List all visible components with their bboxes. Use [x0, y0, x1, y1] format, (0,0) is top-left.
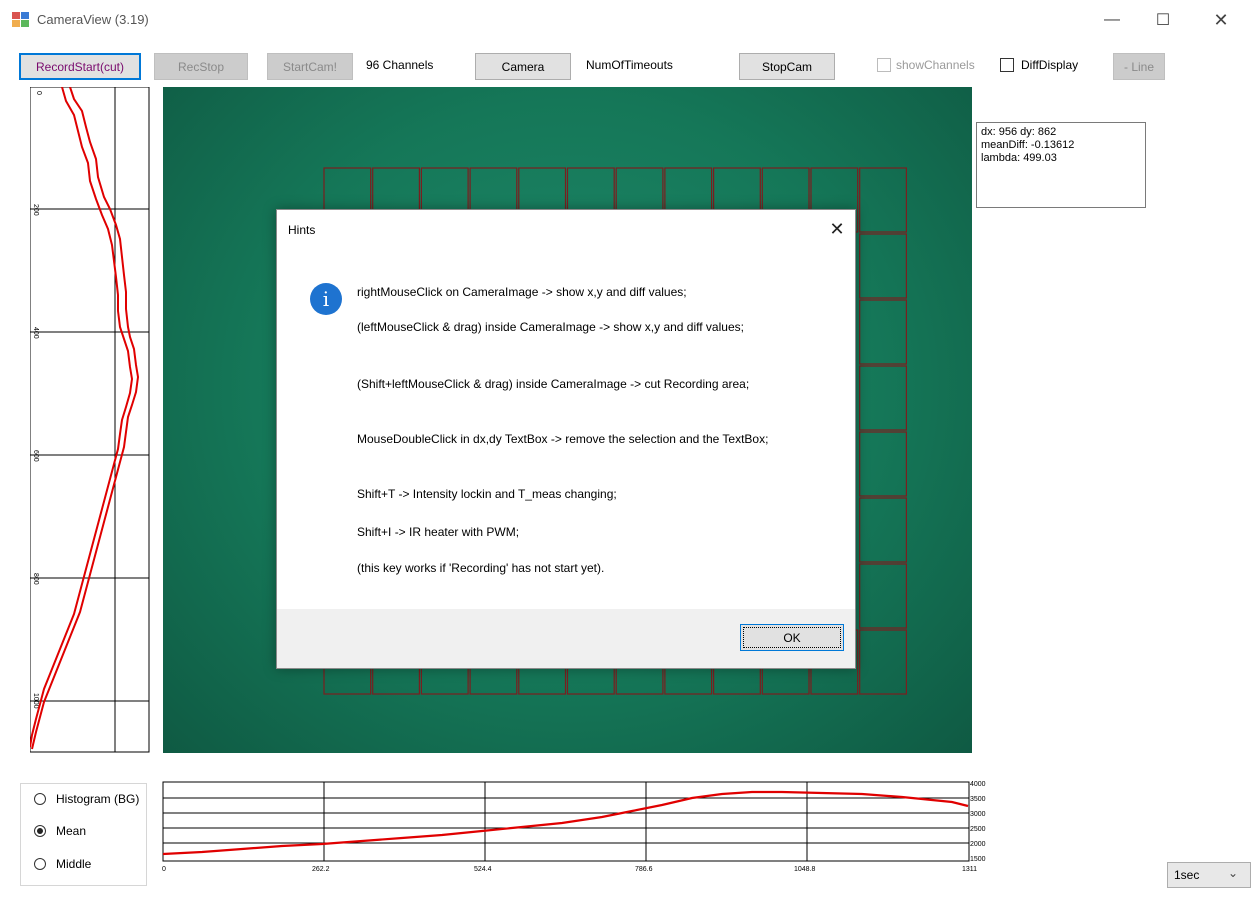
channel-cell	[859, 431, 908, 497]
left-tick-400: 400	[32, 327, 39, 339]
channel-cell	[859, 299, 908, 365]
diff-display-label: DiffDisplay	[1021, 58, 1079, 72]
interval-value: 1sec	[1174, 868, 1200, 882]
interval-select[interactable]: 1sec ⌄	[1167, 862, 1251, 888]
left-tick-0: 0	[35, 91, 42, 95]
dialog-title: Hints	[288, 223, 316, 237]
close-icon[interactable]: ✕	[1198, 0, 1244, 40]
info-icon: i	[310, 283, 342, 315]
mean-radio[interactable]	[34, 825, 46, 837]
show-channels-label: showChannels	[896, 58, 975, 72]
channel-cell	[859, 365, 908, 431]
mean-label: Mean	[56, 824, 87, 838]
stop-cam-button[interactable]: StopCam	[739, 53, 835, 80]
close-icon[interactable]: ✕	[825, 217, 849, 241]
channel-cell	[859, 497, 908, 563]
window-title: CameraView (3.19)	[37, 12, 149, 27]
bottom-y-tick: 1500	[970, 856, 986, 863]
left-tick-1000: 1000	[32, 693, 39, 709]
show-channels-checkbox[interactable]	[877, 58, 891, 72]
channel-cell	[859, 167, 908, 233]
hint-line: (leftMouseClick & drag) inside CameraIma…	[357, 320, 744, 334]
left-tick-200: 200	[32, 204, 39, 216]
line-button[interactable]: - Line	[1113, 53, 1165, 80]
hint-line: rightMouseClick on CameraImage -> show x…	[357, 285, 687, 299]
histogram-radio[interactable]	[34, 793, 46, 805]
bottom-x-tick: 1048.8	[794, 866, 816, 873]
middle-radio[interactable]	[34, 858, 46, 870]
lambda-readout: lambda: 499.03	[981, 152, 1057, 164]
bottom-x-tick: 786.6	[635, 866, 653, 873]
bottom-y-tick: 3500	[970, 796, 986, 803]
dialog-footer: OK	[277, 609, 855, 668]
hint-line: Shift+T -> Intensity lockin and T_meas c…	[357, 487, 617, 501]
bottom-x-tick: 524.4	[474, 866, 492, 873]
bottom-profile-plot: 0 262.2 524.4 786.6 1048.8 1311 4000 350…	[162, 781, 986, 873]
hint-line: (this key works if 'Recording' has not s…	[357, 561, 605, 575]
channel-cell	[859, 563, 908, 629]
maximize-icon[interactable]: ☐	[1140, 0, 1186, 40]
left-profile-plot: 0 200 400 600 800 1000	[30, 87, 150, 753]
dx-dy-readout: dx: 956 dy: 862	[981, 126, 1057, 138]
channel-cell	[859, 629, 908, 695]
hint-line: (Shift+leftMouseClick & drag) inside Cam…	[357, 377, 750, 391]
chevron-down-icon: ⌄	[1228, 866, 1239, 880]
radio-selected-dot	[37, 828, 43, 834]
channel-cell	[859, 233, 908, 299]
hint-line: Shift+I -> IR heater with PWM;	[357, 525, 520, 539]
camera-button[interactable]: Camera	[475, 53, 571, 80]
histogram-label: Histogram (BG)	[56, 792, 140, 806]
plot-mode-group: Histogram (BG) Mean Middle	[20, 783, 147, 886]
mean-diff-readout: meanDiff: -0.13612	[981, 139, 1075, 151]
bottom-x-tick: 0	[162, 866, 166, 873]
record-start-button[interactable]: RecordStart(cut)	[19, 53, 141, 80]
hints-dialog: Hints ✕ i rightMouseClick on CameraImage…	[276, 209, 856, 669]
timeouts-label: NumOfTimeouts	[586, 58, 673, 72]
diff-display-checkbox[interactable]	[1000, 58, 1014, 72]
bottom-y-tick: 2500	[970, 826, 986, 833]
bottom-x-tick: 1311	[962, 866, 977, 873]
left-tick-600: 600	[32, 450, 39, 462]
app-window-icon	[12, 12, 30, 28]
start-cam-button[interactable]: StartCam!	[267, 53, 353, 80]
middle-label: Middle	[56, 857, 92, 871]
dx-dy-textbox[interactable]: dx: 956 dy: 862 meanDiff: -0.13612 lambd…	[976, 122, 1146, 208]
title-bar: CameraView (3.19) — ☐ ✕	[0, 0, 1256, 40]
rec-stop-button[interactable]: RecStop	[154, 53, 248, 80]
hint-line: MouseDoubleClick in dx,dy TextBox -> rem…	[357, 432, 769, 446]
bottom-x-tick: 262.2	[312, 866, 330, 873]
ok-button[interactable]: OK	[740, 624, 844, 651]
bottom-y-tick: 2000	[970, 841, 986, 848]
bottom-y-tick: 3000	[970, 811, 986, 818]
minimize-icon[interactable]: —	[1089, 0, 1135, 40]
left-tick-800: 800	[32, 573, 39, 585]
bottom-y-tick: 4000	[970, 781, 986, 788]
channels-label: 96 Channels	[366, 58, 434, 72]
